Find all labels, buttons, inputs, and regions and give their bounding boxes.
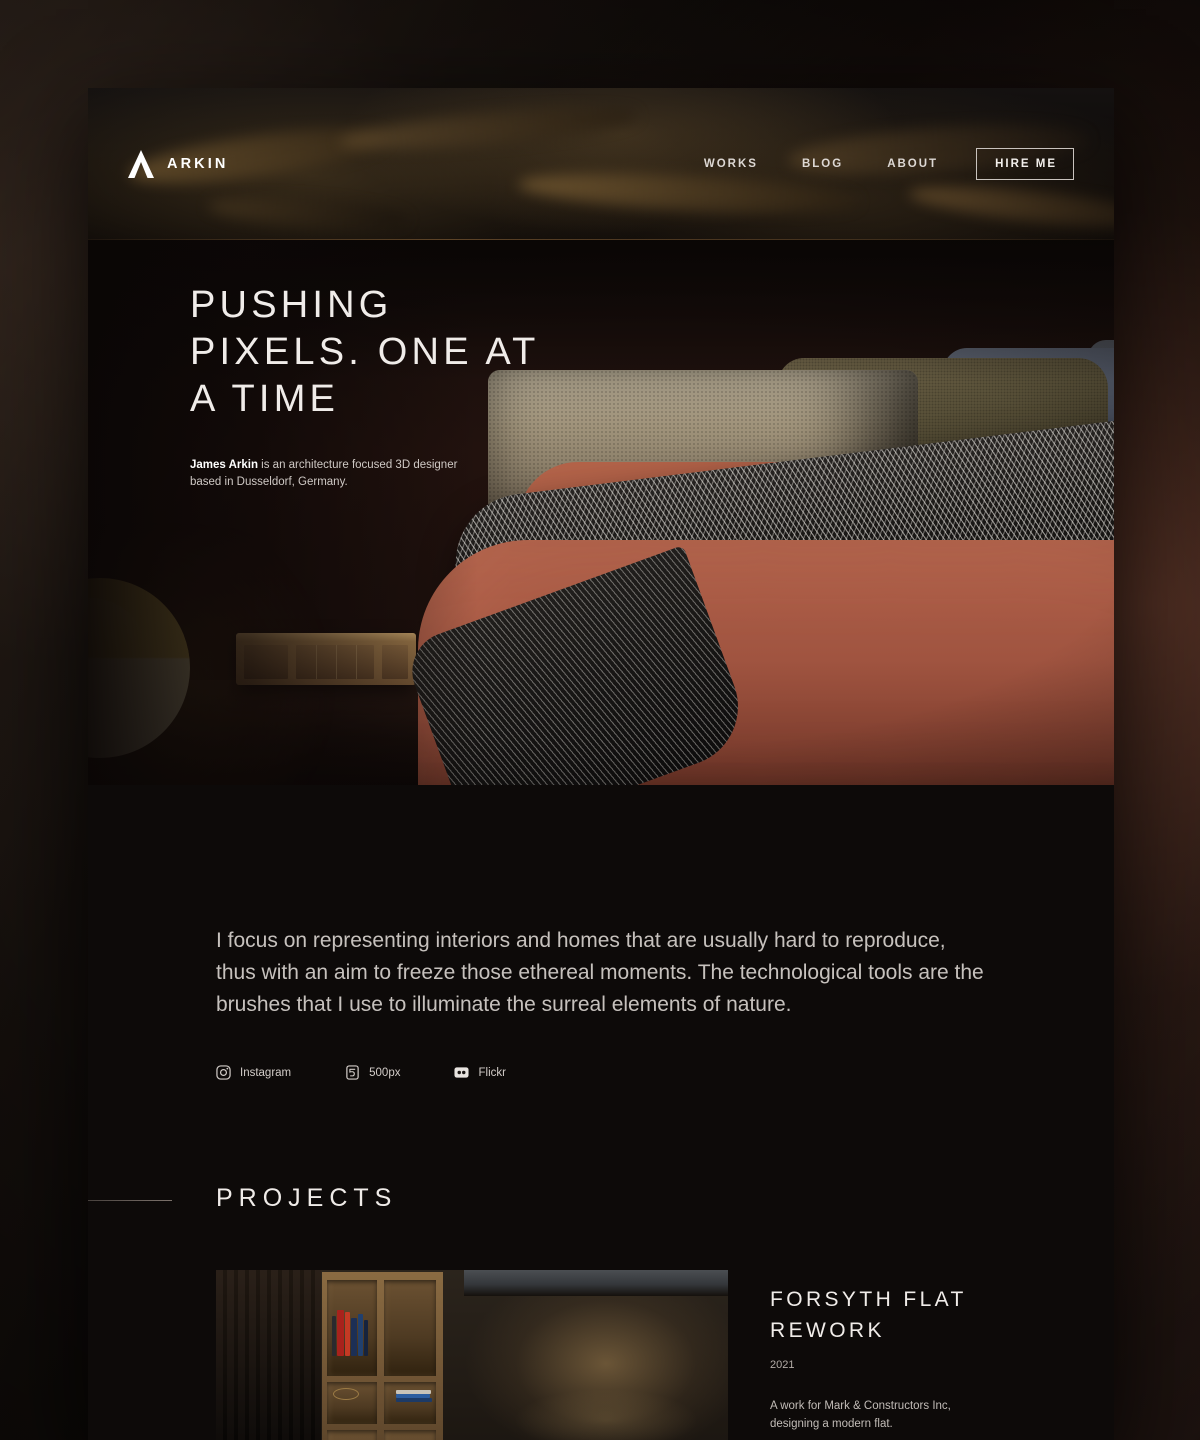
flickr-icon [454, 1067, 470, 1078]
shelf-cell [384, 1382, 436, 1424]
book [351, 1318, 357, 1356]
project-year: 2021 [770, 1359, 795, 1371]
social-link-500px[interactable]: 500px [345, 1065, 400, 1080]
hero-section: PUSHING PIXELS. ONE AT A TIME James Arki… [88, 240, 1114, 785]
author-name: James Arkin [190, 459, 258, 471]
about-paragraph: I focus on representing interiors and ho… [216, 929, 984, 1016]
shelf-cell [384, 1430, 436, 1440]
primary-nav: WORKS BLOG ABOUT HIRE ME [682, 148, 1074, 180]
about-section: I focus on representing interiors and ho… [88, 785, 1114, 1080]
project-thumbnail[interactable] [216, 1270, 728, 1440]
book [396, 1398, 432, 1402]
social-label-instagram: Instagram [240, 1066, 292, 1079]
brand-name: ARKIN [167, 156, 229, 172]
website-page: ARKIN WORKS BLOG ABOUT HIRE ME PUSHING P… [88, 88, 1114, 1440]
projects-heading: PROJECTS [216, 1184, 398, 1212]
hero-subtitle: James Arkin is an architecture focused 3… [190, 457, 480, 491]
chevron-logo-icon [128, 150, 154, 178]
nav-item-about[interactable]: ABOUT [865, 158, 960, 170]
book [345, 1312, 350, 1356]
fivehundredpx-icon [346, 1065, 359, 1080]
book [396, 1394, 430, 1398]
site-header: ARKIN WORKS BLOG ABOUT HIRE ME [88, 88, 1114, 240]
page-title: PUSHING PIXELS. ONE AT A TIME [190, 284, 540, 420]
project-row: FORSYTH FLAT REWORK 2021 A work for Mark… [88, 1270, 1114, 1440]
navbar: ARKIN WORKS BLOG ABOUT HIRE ME [88, 88, 1114, 240]
social-link-instagram[interactable]: Instagram [216, 1065, 291, 1080]
project-title: FORSYTH FLAT REWORK [770, 1288, 967, 1342]
nav-item-works[interactable]: WORKS [682, 158, 780, 170]
shelf-cell [384, 1280, 436, 1376]
section-rule [88, 1200, 172, 1201]
book [364, 1320, 368, 1356]
hero-copy: PUSHING PIXELS. ONE AT A TIME James Arki… [190, 282, 540, 491]
instagram-icon [216, 1065, 231, 1080]
social-label-flickr: Flickr [478, 1066, 506, 1079]
shelf-cell [327, 1430, 377, 1440]
projects-section: PROJECTS FORSYTH FLAT REWORK 2021 A work… [88, 1184, 1114, 1440]
social-label-500px: 500px [369, 1066, 401, 1079]
book [358, 1314, 363, 1356]
book [332, 1316, 336, 1356]
social-link-flickr[interactable]: Flickr [454, 1065, 506, 1080]
project-slatted-wall [216, 1270, 321, 1440]
project-info: FORSYTH FLAT REWORK 2021 A work for Mark… [728, 1270, 980, 1440]
hire-me-button[interactable]: HIRE ME [976, 148, 1074, 180]
book [396, 1390, 431, 1394]
project-ceiling-band [464, 1270, 728, 1296]
project-description: A work for Mark & Constructors Inc, desi… [770, 1400, 951, 1430]
nav-item-blog[interactable]: BLOG [780, 158, 865, 170]
social-links: Instagram 500px Flickr [216, 1065, 1114, 1080]
eyeglasses [333, 1388, 359, 1400]
book [337, 1310, 344, 1356]
project-wall-glow [516, 1390, 696, 1440]
brand-logo[interactable]: ARKIN [128, 150, 228, 178]
